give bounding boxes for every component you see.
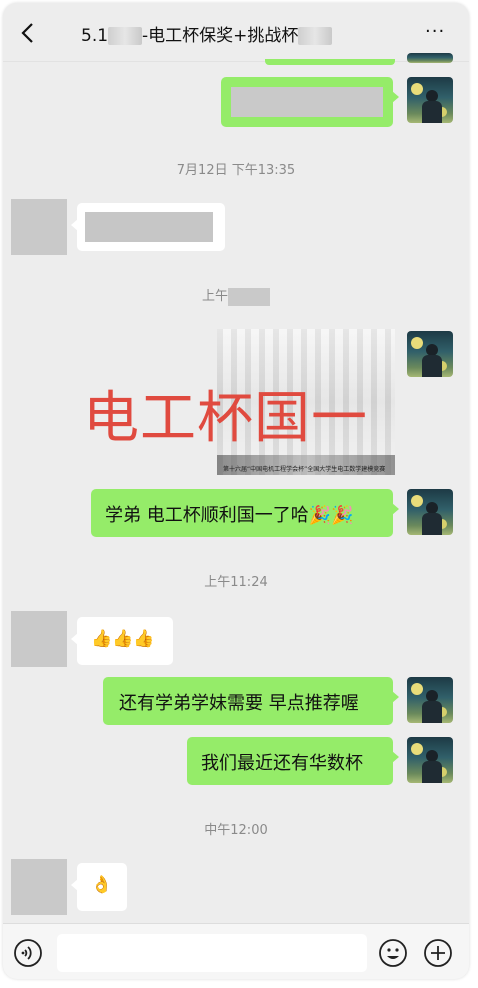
message-bubble-sent[interactable]: 还有学弟学妹需要 早点推荐喔 xyxy=(103,677,399,725)
my-avatar[interactable] xyxy=(407,737,453,783)
message-text: 👌 xyxy=(91,875,113,895)
message-bubble-received[interactable]: 👍👍👍 xyxy=(71,617,173,665)
timestamp: 上午11:24 xyxy=(204,575,268,590)
message-bubble-sent[interactable]: 学弟 电工杯顺利国一了哈🎉🎉 xyxy=(91,489,399,537)
message-text: 还有学弟学妹需要 早点推荐喔 xyxy=(119,693,359,714)
voice-icon[interactable] xyxy=(13,938,43,968)
timestamp-text: 上午 xyxy=(201,289,228,304)
message-bubble-sent[interactable]: 我们最近还有华数杯 xyxy=(187,737,399,785)
chat-title: 5.1 -电工杯保奖+挑战杯 xyxy=(81,21,401,47)
my-avatar[interactable] xyxy=(407,53,453,63)
overlay-text: 电工杯国一 xyxy=(83,386,368,451)
message-bubble-received[interactable]: 👌 xyxy=(71,863,127,911)
message-text: 学弟 电工杯顺利国一了哈🎉🎉 xyxy=(105,505,354,526)
input-bar xyxy=(3,923,469,979)
message-bubble-received[interactable] xyxy=(71,203,225,251)
timestamp: 7月12日 下午13:35 xyxy=(176,163,296,178)
message-text: 我们最近还有华数杯 xyxy=(201,753,363,774)
message-text: 👍👍👍 xyxy=(91,629,155,649)
cropped-message xyxy=(265,59,395,65)
contact-avatar[interactable] xyxy=(11,859,67,915)
message-bubble-sent[interactable] xyxy=(221,77,399,127)
my-avatar[interactable] xyxy=(407,489,453,535)
blurred-message-content xyxy=(85,212,213,242)
timestamp: 上午 xyxy=(3,285,469,306)
blurred-text xyxy=(108,27,143,45)
blurred-message-content xyxy=(231,87,383,117)
timestamp: 中午12:00 xyxy=(204,823,268,838)
blurred-text xyxy=(298,27,333,45)
message-input[interactable] xyxy=(57,934,367,972)
chat-header: 5.1 -电工杯保奖+挑战杯 ··· xyxy=(3,3,469,62)
contact-avatar[interactable] xyxy=(11,611,67,667)
chat-window: 5.1 -电工杯保奖+挑战杯 ··· 7月12日 下午13:35 上午 第十六届“… xyxy=(3,3,469,979)
blurred-text xyxy=(228,287,270,306)
contact-avatar[interactable] xyxy=(11,199,67,255)
emoji-icon[interactable] xyxy=(378,938,408,968)
my-avatar[interactable] xyxy=(407,77,453,123)
more-icon[interactable]: ··· xyxy=(425,21,451,42)
back-arrow-icon[interactable] xyxy=(17,21,41,45)
photo-caption: 第十六届“中国电机工程学会杯”全国大学生电工数学建模竞赛 xyxy=(223,466,386,473)
chat-title-prefix: 5.1 xyxy=(81,26,109,46)
my-avatar[interactable] xyxy=(407,677,453,723)
chat-title-main: -电工杯保奖+挑战杯 xyxy=(142,26,299,46)
my-avatar[interactable] xyxy=(407,331,453,377)
plus-icon[interactable] xyxy=(423,938,453,968)
